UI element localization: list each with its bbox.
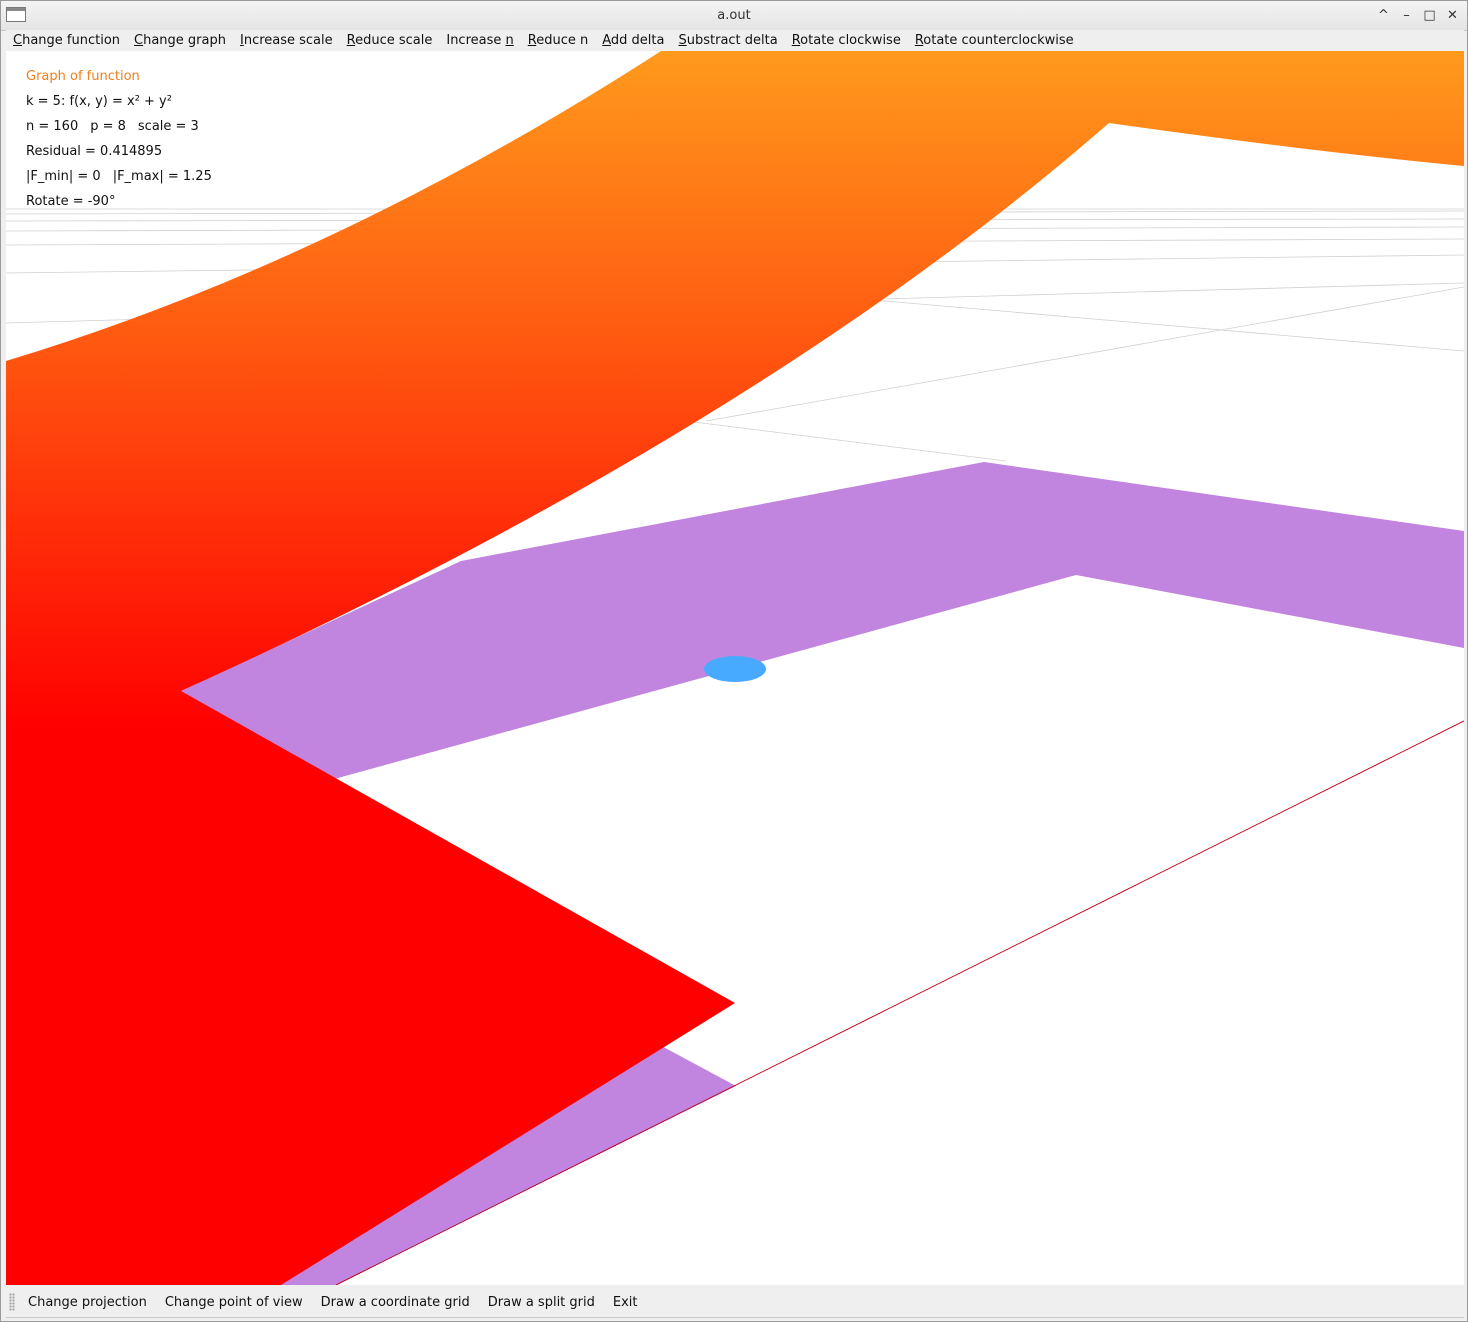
menu-accelerator: R bbox=[527, 33, 537, 48]
info-rotate: Rotate = -90° bbox=[26, 194, 116, 209]
info-params: n = 160 p = 8 scale = 3 bbox=[26, 114, 212, 139]
menu-change-function[interactable]: Change function bbox=[6, 33, 127, 48]
menu-label-pre: Increase bbox=[446, 33, 506, 48]
exit-button[interactable]: Exit bbox=[604, 1295, 647, 1310]
info-fmax: |F_max| = 1.25 bbox=[112, 169, 212, 184]
bottom-toolbar: Change projection Change point of view D… bbox=[6, 1289, 1464, 1315]
menu-accelerator: S bbox=[678, 33, 687, 48]
window-title: a.out bbox=[717, 8, 751, 23]
draw-split-grid-button[interactable]: Draw a split grid bbox=[479, 1295, 604, 1310]
menu-label-post: dd delta bbox=[610, 33, 665, 48]
menu-accelerator: R bbox=[914, 33, 924, 48]
title-bar[interactable]: a.out ^ – □ ✕ bbox=[1, 1, 1467, 31]
minimize-icon[interactable]: – bbox=[1398, 5, 1415, 25]
menu-rotate-counterclockwise[interactable]: Rotate counterclockwise bbox=[908, 33, 1081, 48]
graph-canvas[interactable]: Graph of function k = 5: f(x, y) = x² + … bbox=[6, 51, 1464, 1285]
menu-accelerator: R bbox=[346, 33, 356, 48]
menu-label-post: ncrease scale bbox=[243, 33, 333, 48]
menu-add-delta[interactable]: Add delta bbox=[595, 33, 671, 48]
info-p: p = 8 bbox=[90, 119, 126, 134]
menu-reduce-scale[interactable]: Reduce scale bbox=[340, 33, 440, 48]
bottom-divider bbox=[6, 1317, 1464, 1318]
shade-icon[interactable]: ^ bbox=[1375, 5, 1392, 25]
info-panel: Graph of function k = 5: f(x, y) = x² + … bbox=[26, 64, 212, 214]
info-function: k = 5: f(x, y) = x² + y² bbox=[26, 94, 172, 109]
menu-label-post: otate counterclockwise bbox=[923, 33, 1074, 48]
menu-reduce-n[interactable]: Reduce n bbox=[521, 33, 595, 48]
menu-label-post: otate clockwise bbox=[800, 33, 901, 48]
draw-coordinate-grid-button[interactable]: Draw a coordinate grid bbox=[312, 1295, 479, 1310]
menu-label-post: ubstract delta bbox=[686, 33, 778, 48]
info-n: n = 160 bbox=[26, 119, 79, 134]
menu-accelerator: C bbox=[13, 33, 23, 48]
info-scale: scale = 3 bbox=[137, 119, 199, 134]
info-fmin: |F_min| = 0 bbox=[26, 169, 101, 184]
info-bounds: |F_min| = 0 |F_max| = 1.25 bbox=[26, 164, 212, 189]
toolbar-grip-handle[interactable] bbox=[9, 1293, 15, 1311]
menu-label-post: educe scale bbox=[355, 33, 433, 48]
menu-bar: Change function Change graph Increase sc… bbox=[6, 30, 1464, 51]
menu-label-post: hange graph bbox=[143, 33, 226, 48]
menu-rotate-clockwise[interactable]: Rotate clockwise bbox=[785, 33, 908, 48]
info-heading: Graph of function bbox=[26, 69, 140, 84]
close-icon[interactable]: ✕ bbox=[1444, 5, 1461, 25]
menu-change-graph[interactable]: Change graph bbox=[127, 33, 233, 48]
change-point-of-view-button[interactable]: Change point of view bbox=[156, 1295, 312, 1310]
menu-increase-scale[interactable]: Increase scale bbox=[233, 33, 340, 48]
app-window: a.out ^ – □ ✕ Change function Change gra… bbox=[0, 0, 1468, 1322]
graph-svg bbox=[6, 51, 1464, 1285]
window-controls: ^ – □ ✕ bbox=[1375, 5, 1461, 25]
info-residual: Residual = 0.414895 bbox=[26, 144, 163, 159]
menu-accelerator: R bbox=[791, 33, 801, 48]
change-projection-button[interactable]: Change projection bbox=[19, 1295, 156, 1310]
menu-substract-delta[interactable]: Substract delta bbox=[671, 33, 784, 48]
maximize-icon[interactable]: □ bbox=[1421, 5, 1438, 25]
menu-accelerator: n bbox=[505, 33, 514, 48]
marker-point bbox=[704, 656, 766, 682]
menu-accelerator: C bbox=[134, 33, 144, 48]
menu-increase-n[interactable]: Increase n bbox=[439, 33, 520, 48]
menu-label-post: hange function bbox=[22, 33, 121, 48]
menu-label-post: educe n bbox=[536, 33, 589, 48]
menu-accelerator: A bbox=[602, 33, 611, 48]
